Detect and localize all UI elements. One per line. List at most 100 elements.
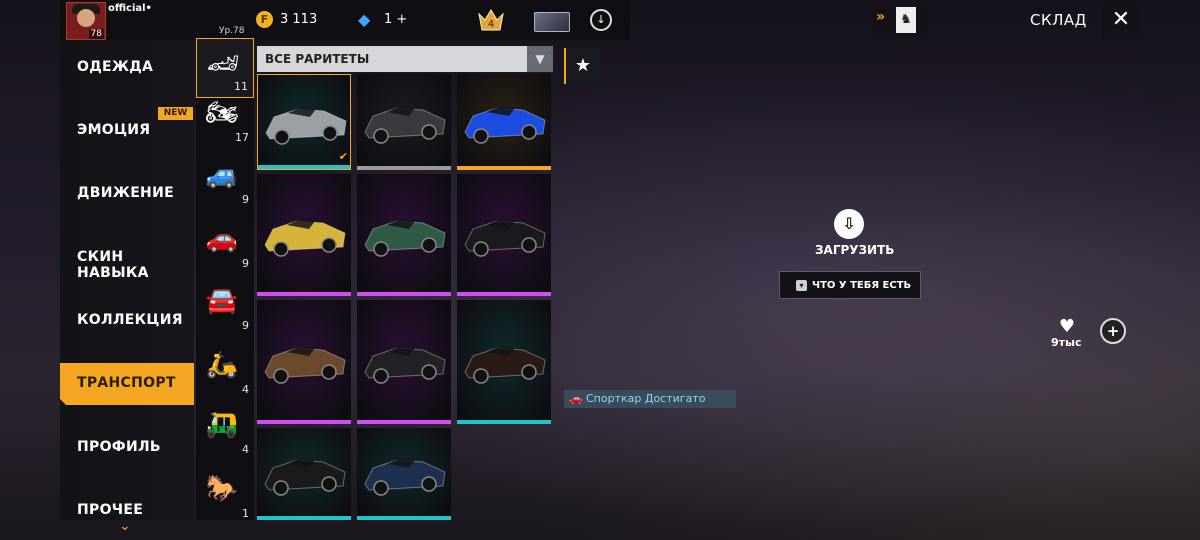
tuk-tuk-icon: 🛺	[205, 410, 239, 440]
item-name: Спорткар Достигато	[586, 392, 706, 405]
rarity-bar	[457, 166, 551, 170]
nav-item-collection[interactable]: КОЛЛЕКЦИЯ	[60, 300, 194, 342]
page-title: СКЛАД	[1030, 11, 1087, 29]
category-item[interactable]: 🏍 17	[196, 88, 254, 148]
rarity-filter-dropdown[interactable]: ВСЕ РАРИТЕТЫ ▼	[257, 46, 553, 72]
coin-balance: 3 113	[280, 12, 318, 27]
rarity-bar	[357, 292, 451, 296]
nav-label: ПРОФИЛЬ	[77, 439, 161, 455]
rarity-bar	[357, 420, 451, 424]
category-item[interactable]: 🚙 9	[196, 150, 254, 210]
avatar-level: 78	[88, 29, 104, 39]
category-count: 17	[235, 131, 249, 144]
zoom-in-icon[interactable]: +	[1100, 318, 1126, 344]
player-level: Ур.78	[219, 26, 245, 36]
sports-car-icon	[264, 346, 346, 384]
nav-label: ДВИЖЕНИЕ	[77, 185, 174, 201]
rarity-bar	[257, 420, 351, 424]
cloud-download-icon[interactable]: ↓	[590, 9, 612, 31]
vehicle-tile[interactable]	[357, 428, 451, 520]
rarity-bar	[357, 166, 451, 170]
category-count: 9	[242, 193, 249, 206]
nav-item-clothing[interactable]: ОДЕЖДА	[60, 47, 194, 89]
category-count: 9	[242, 319, 249, 332]
shield-icon: ▾	[796, 280, 807, 291]
category-count: 4	[242, 443, 249, 456]
item-name-tag: 🚗 Спорткар Достигато	[564, 390, 736, 408]
category-item[interactable]: 🐎 1	[196, 464, 254, 524]
rarity-filter-value: ВСЕ РАРИТЕТЫ	[265, 52, 370, 66]
vehicle-tile[interactable]	[357, 300, 451, 424]
vehicle-tile[interactable]	[257, 300, 351, 424]
rank-value: 4	[488, 19, 494, 30]
sports-car-icon	[264, 458, 346, 496]
sports-car-icon	[464, 106, 546, 144]
atv-icon: 🛵	[205, 350, 239, 380]
sports-car-icon	[364, 346, 446, 384]
sports-car-icon	[364, 219, 446, 257]
nav-item-transport[interactable]: ТРАНСПОРТ	[60, 363, 194, 405]
horse-icon: 🐎	[205, 474, 239, 504]
avatar[interactable]: 78	[66, 2, 106, 40]
category-count: 9	[242, 257, 249, 270]
rarity-bar	[357, 516, 451, 520]
vehicle-tile[interactable]	[457, 74, 551, 170]
rank-badge-icon[interactable]: 4	[477, 6, 505, 34]
sports-car-icon	[265, 107, 347, 145]
membership-card-icon[interactable]	[534, 12, 570, 32]
category-count: 4	[242, 383, 249, 396]
close-button[interactable]: ✕	[1102, 2, 1140, 38]
nav-label: ОДЕЖДА	[77, 59, 154, 75]
vehicle-tile[interactable]	[357, 174, 451, 296]
character-card-icon: ♞	[896, 7, 916, 33]
nav-item-profile[interactable]: ПРОФИЛЬ	[60, 427, 194, 469]
nav-item-movement[interactable]: ДВИЖЕНИЕ	[60, 173, 194, 215]
nav-label: ЭМОЦИЯ	[77, 122, 151, 138]
rarity-bar	[257, 292, 351, 296]
rarity-bar	[258, 165, 350, 169]
monster-truck-icon: 🚙	[205, 160, 239, 190]
vehicle-tile[interactable]: ✔	[257, 74, 351, 170]
vehicle-tile[interactable]	[457, 174, 551, 296]
diamond-balance[interactable]: 1 +	[384, 12, 407, 27]
vehicle-tile[interactable]	[457, 300, 551, 424]
category-item[interactable]: 🚘 9	[196, 276, 254, 336]
sports-car-icon	[364, 458, 446, 496]
buggy-icon: 🚗	[205, 224, 239, 254]
player-name: official•	[108, 3, 152, 14]
nav-item-skill-skin[interactable]: СКИН НАВЫКА	[60, 237, 194, 281]
sports-car-icon	[464, 219, 546, 257]
sports-car-icon	[464, 346, 546, 384]
nav-label: СКИН НАВЫКА	[77, 249, 149, 281]
vehicle-tile[interactable]	[257, 174, 351, 296]
category-item[interactable]: 🚗 9	[196, 214, 254, 274]
rarity-bar	[457, 420, 551, 424]
vehicle-tile[interactable]	[257, 428, 351, 520]
rarity-bar	[257, 516, 351, 520]
chevron-down-icon[interactable]: ⌄	[119, 518, 131, 534]
heart-hand-icon[interactable]: ♥	[1054, 316, 1080, 337]
motorcycle-icon: 🏍	[205, 98, 239, 128]
cloud-download-icon[interactable]: ⇩	[834, 209, 864, 239]
jeep-icon: 🚘	[205, 286, 239, 316]
gold-coin-icon: F	[256, 11, 273, 28]
favorite-star-button[interactable]: ★	[564, 48, 600, 84]
avatar-face	[77, 9, 95, 27]
sports-car-icon	[264, 219, 346, 257]
diamond-icon: ◆	[358, 10, 371, 29]
likes-count: 9тыс	[1051, 336, 1082, 349]
category-item[interactable]: 🛺 4	[196, 400, 254, 460]
vehicle-tile[interactable]	[357, 74, 451, 170]
owned-items-button[interactable]: ▾ ЧТО У ТЕБЯ ЕСТЬ	[779, 271, 921, 299]
sports-car-icon: 🏎	[206, 49, 240, 79]
category-item[interactable]: 🛵 4	[196, 340, 254, 400]
star-icon: ★	[574, 55, 592, 76]
category-count: 1	[242, 507, 249, 520]
car-icon: 🚗	[569, 392, 583, 405]
download-label[interactable]: ЗАГРУЗИТЬ	[815, 243, 894, 257]
chevron-down-icon: ▼	[527, 46, 553, 72]
chevron-right-icon: »	[876, 9, 886, 25]
new-badge: NEW	[158, 107, 193, 120]
equipped-check-icon: ✔	[338, 150, 348, 163]
sports-car-icon	[364, 106, 446, 144]
